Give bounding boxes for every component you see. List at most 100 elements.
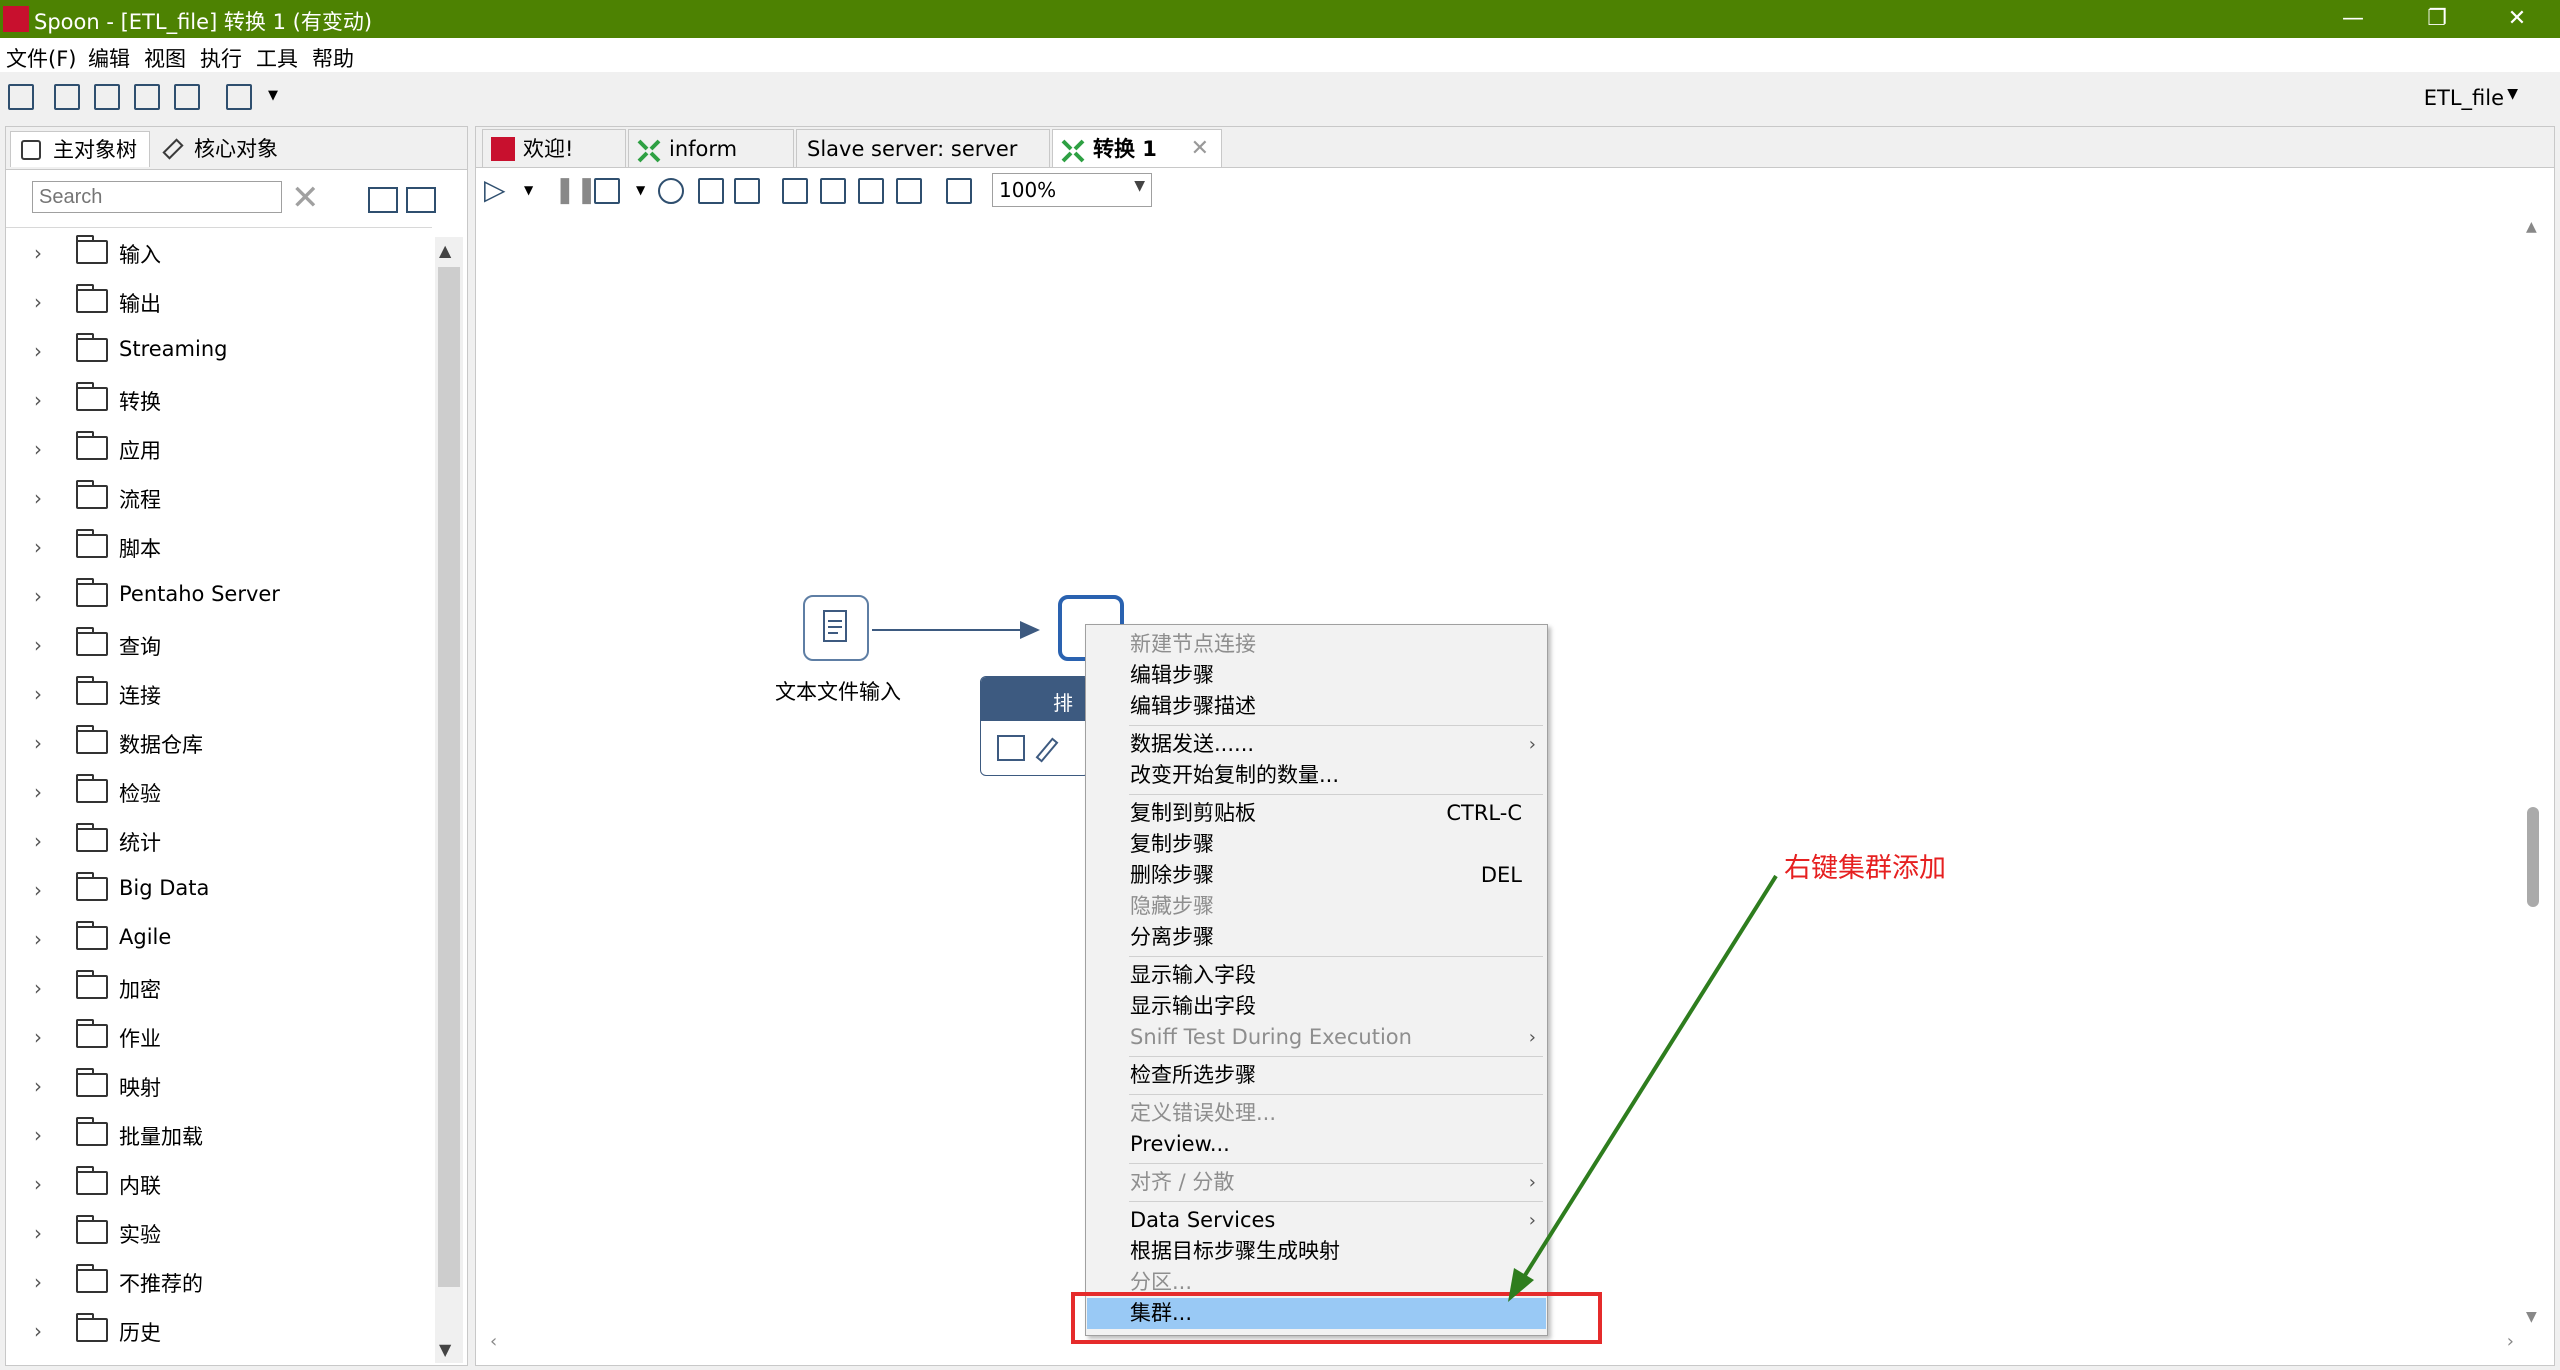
scroll-up-icon[interactable]: ▲ (2526, 219, 2537, 235)
tree-folder-item[interactable]: › 不推荐的 (6, 1257, 432, 1306)
tree-folder-item[interactable]: › 内联 (6, 1159, 432, 1208)
zoom-select[interactable]: 100% ▼ (992, 173, 1152, 207)
context-menu-item[interactable]: 根据目标步骤生成映射 (1087, 1236, 1546, 1267)
menu-run[interactable]: 执行 (200, 43, 242, 73)
scrollbar-thumb[interactable] (438, 267, 460, 1287)
perspective-selector[interactable]: ETL_file (2424, 86, 2504, 110)
layers-icon[interactable] (226, 84, 252, 110)
context-menu-item[interactable]: 改变开始复制的数量... (1087, 760, 1546, 791)
input-step-icon[interactable] (997, 735, 1025, 761)
chevron-right-icon[interactable]: › (34, 437, 42, 461)
tree-folder-item[interactable]: › Pentaho Server (6, 571, 432, 620)
minimize-button[interactable]: — (2318, 0, 2388, 38)
menu-view[interactable]: 视图 (144, 43, 186, 73)
edit-step-icon[interactable] (1035, 737, 1059, 763)
chevron-right-icon[interactable]: › (34, 1074, 42, 1098)
stop-icon[interactable] (594, 178, 620, 204)
menu-help[interactable]: 帮助 (312, 43, 354, 73)
context-menu-item[interactable]: 显示输出字段 (1087, 991, 1546, 1022)
replay-icon[interactable] (734, 178, 760, 204)
chevron-right-icon[interactable]: › (34, 976, 42, 1000)
tree-folder-item[interactable]: › 查询 (6, 620, 432, 669)
expand-all-icon[interactable] (368, 187, 398, 213)
tree-folder-item[interactable]: › 实验 (6, 1208, 432, 1257)
scroll-left-icon[interactable]: ‹ (490, 1331, 497, 1352)
explore-db-icon[interactable] (896, 178, 922, 204)
collapse-all-icon[interactable] (406, 187, 436, 213)
tree-folder-item[interactable]: › 数据仓库 (6, 718, 432, 767)
tab-transformation-1[interactable]: 转换 1 ✕ (1052, 129, 1222, 167)
preview-icon[interactable] (658, 178, 684, 204)
tab-inform[interactable]: inform (628, 129, 794, 167)
chevron-right-icon[interactable]: › (34, 1172, 42, 1196)
tree-folder-item[interactable]: › 输入 (6, 228, 432, 277)
open-file-icon[interactable] (54, 84, 80, 110)
tree-folder-item[interactable]: › 加密 (6, 963, 432, 1012)
chevron-right-icon[interactable]: › (34, 731, 42, 755)
perspective-dropdown-arrow-icon[interactable]: ▼ (2507, 86, 2518, 102)
chevron-right-icon[interactable]: › (34, 1319, 42, 1343)
scroll-down-icon[interactable]: ▼ (439, 1340, 451, 1359)
run-icon[interactable]: ▷ (484, 173, 506, 206)
chevron-right-icon[interactable]: › (34, 339, 42, 363)
chevron-right-icon[interactable]: › (34, 535, 42, 559)
scrollbar-thumb[interactable] (2527, 807, 2539, 907)
scroll-up-icon[interactable]: ▲ (439, 241, 451, 260)
tree-folder-item[interactable]: › 作业 (6, 1012, 432, 1061)
tree-folder-item[interactable]: › Streaming (6, 326, 432, 375)
tree-folder-item[interactable]: › 转换 (6, 375, 432, 424)
verify-icon[interactable] (782, 178, 808, 204)
context-menu-item[interactable]: 编辑步骤 (1087, 660, 1546, 691)
chevron-right-icon[interactable]: › (34, 388, 42, 412)
context-menu-item[interactable]: 显示输入字段 (1087, 960, 1546, 991)
tree-folder-item[interactable]: › 应用 (6, 424, 432, 473)
close-window-button[interactable]: ✕ (2482, 0, 2552, 38)
explore-repository-icon[interactable] (94, 84, 120, 110)
context-menu-item[interactable]: 检查所选步骤 (1087, 1060, 1546, 1091)
chevron-right-icon[interactable]: › (34, 878, 42, 902)
search-input[interactable] (32, 181, 282, 213)
tree-folder-item[interactable]: › 检验 (6, 767, 432, 816)
chevron-right-icon[interactable]: › (34, 290, 42, 314)
context-menu-item[interactable]: Preview... (1087, 1129, 1546, 1160)
impact-icon[interactable] (820, 178, 846, 204)
zoom-dropdown-icon[interactable]: ▼ (1134, 178, 1145, 194)
tab-core-objects[interactable]: 核心对象 (152, 131, 302, 167)
tab-main-tree[interactable]: 主对象树 (10, 131, 150, 167)
stop-dropdown-icon[interactable]: ▼ (636, 183, 645, 197)
context-menu-item[interactable]: Data Services › (1087, 1205, 1546, 1236)
tree-folder-item[interactable]: › 批量加载 (6, 1110, 432, 1159)
chevron-right-icon[interactable]: › (34, 1123, 42, 1147)
chevron-right-icon[interactable]: › (34, 682, 42, 706)
chevron-right-icon[interactable]: › (34, 633, 42, 657)
tree-folder-item[interactable]: › 统计 (6, 816, 432, 865)
context-menu-item[interactable]: 复制到剪贴板 CTRL-C (1087, 798, 1546, 829)
chevron-right-icon[interactable]: › (34, 1221, 42, 1245)
clear-search-icon[interactable]: ✕ (291, 181, 320, 215)
save-as-icon[interactable] (174, 84, 200, 110)
tree-folder-item[interactable]: › 输出 (6, 277, 432, 326)
context-menu-item[interactable]: 分离步骤 (1087, 922, 1546, 953)
tree-folder-item[interactable]: › 流程 (6, 473, 432, 522)
sql-icon[interactable] (858, 178, 884, 204)
restore-button[interactable]: ❐ (2402, 0, 2472, 38)
save-icon[interactable] (134, 84, 160, 110)
debug-icon[interactable] (698, 178, 724, 204)
context-menu-item[interactable]: 编辑步骤描述 (1087, 691, 1546, 722)
hop-arrow[interactable] (870, 615, 1050, 645)
tree-folder-item[interactable]: › 映射 (6, 1061, 432, 1110)
menu-file[interactable]: 文件(F) (6, 43, 76, 73)
show-results-icon[interactable] (946, 178, 972, 204)
tab-slave-server[interactable]: Slave server: server (796, 129, 1050, 167)
chevron-right-icon[interactable]: › (34, 780, 42, 804)
chevron-right-icon[interactable]: › (34, 829, 42, 853)
left-panel-scrollbar[interactable]: ▲ ▼ (435, 237, 463, 1363)
chevron-right-icon[interactable]: › (34, 241, 42, 265)
chevron-right-icon[interactable]: › (34, 1025, 42, 1049)
tree-folder-item[interactable]: › Big Data (6, 865, 432, 914)
new-file-icon[interactable] (8, 84, 34, 110)
tree-folder-item[interactable]: › Agile (6, 914, 432, 963)
chevron-right-icon[interactable]: › (34, 1270, 42, 1294)
layers-dropdown-arrow-icon[interactable]: ▼ (268, 88, 278, 103)
context-menu-item[interactable]: 数据发送...... › (1087, 729, 1546, 760)
